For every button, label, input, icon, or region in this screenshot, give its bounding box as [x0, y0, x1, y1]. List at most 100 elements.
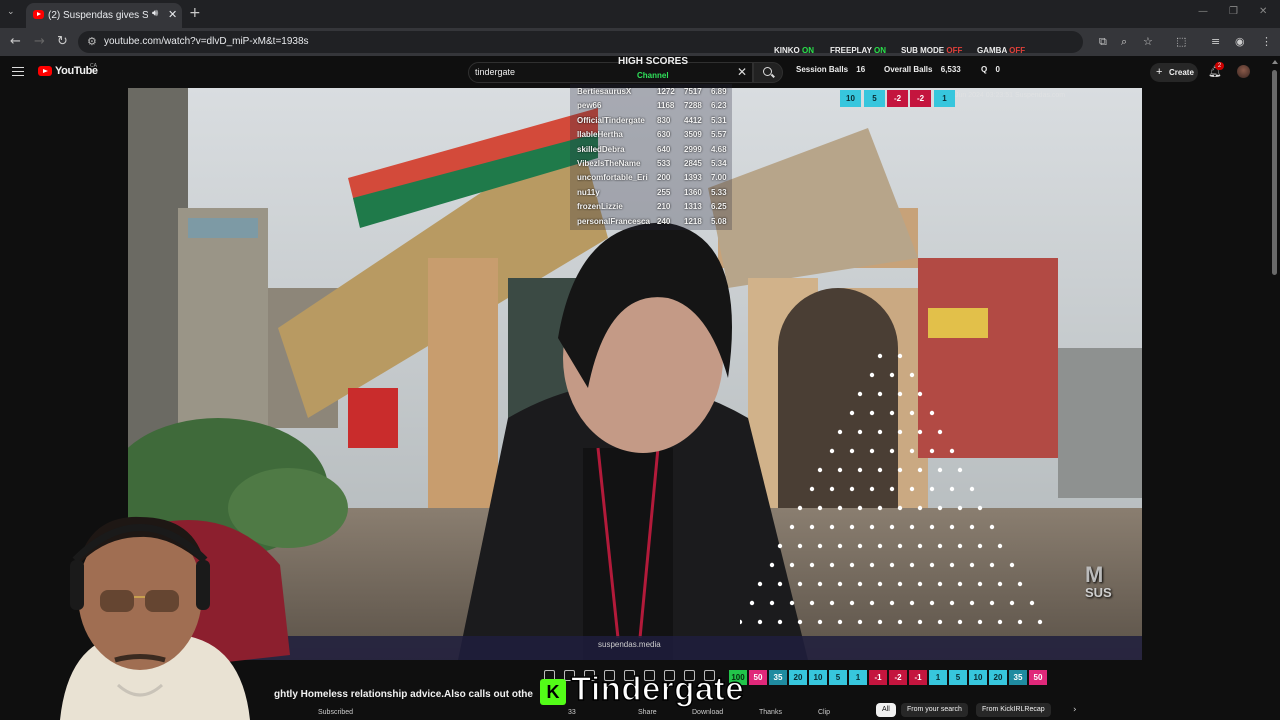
peg-dot [757, 619, 763, 625]
site-info-icon[interactable]: ⚙︎ [87, 35, 97, 48]
account-avatar[interactable] [1237, 65, 1250, 78]
speaker-icon[interactable]: 🔊︎ [152, 8, 158, 19]
peg-dot [877, 505, 883, 511]
peg-dot [909, 524, 915, 530]
plinko-peg-grid [740, 353, 1043, 625]
high-score-ratio: 6.89 [711, 87, 727, 96]
peg-dot [857, 391, 863, 397]
browser-tab[interactable]: (2) Suspendas gives Slightl 🔊︎ ✕ [26, 3, 182, 28]
peg-dot [829, 524, 835, 530]
high-score-ratio: 6.25 [711, 202, 727, 212]
peg-dot [889, 372, 895, 378]
high-scores-subtitle: Channel [637, 71, 669, 80]
reload-icon[interactable]: ↻ [57, 34, 68, 49]
high-score-name: llableHertha [577, 130, 623, 140]
top-chip: -2 [910, 90, 931, 107]
peg-dot [857, 467, 863, 473]
page-scrollbar[interactable] [1270, 58, 1280, 720]
peg-dot [909, 410, 915, 416]
high-score-row: OfficialTindergate 830 4412 5.31 [577, 116, 732, 127]
clip-button[interactable]: Clip [818, 709, 830, 716]
peg-dot [957, 581, 963, 587]
toggle-sub-mode: SUB MODE OFF [901, 46, 963, 55]
peg-dot [929, 524, 935, 530]
filter-chip-channel[interactable]: From KickIRLRecap [976, 703, 1051, 717]
peg-dot [877, 467, 883, 473]
peg-dot [1037, 619, 1043, 625]
peg-dot [897, 581, 903, 587]
peg-dot [949, 524, 955, 530]
new-tab-icon[interactable]: + [189, 5, 201, 21]
high-score-row: personalFrancesca 240 1218 5.08 [577, 217, 732, 228]
peg-dot [829, 562, 835, 568]
plus-icon: + [1156, 66, 1163, 78]
bottom-chip: 5 [949, 670, 967, 685]
peg-dot [969, 524, 975, 530]
subscribed-button[interactable]: Subscribed [318, 709, 353, 716]
peg-dot [769, 600, 775, 606]
forward-icon[interactable]: → [34, 34, 45, 49]
notification-count-badge: 2 [1215, 62, 1224, 70]
top-chip: -2 [887, 90, 908, 107]
high-score-points: 1313 [684, 202, 702, 212]
high-score-name: skilledDebra [577, 144, 625, 154]
create-button[interactable]: + Create [1150, 63, 1198, 82]
minimize-icon[interactable]: — [1198, 6, 1208, 17]
bookmark-star-icon[interactable]: ☆ [1143, 35, 1153, 48]
peg-dot [937, 467, 943, 473]
peg-dot [797, 543, 803, 549]
peg-dot [817, 543, 823, 549]
peg-dot [969, 600, 975, 606]
high-score-points: 4412 [684, 115, 702, 125]
scrollbar-thumb[interactable] [1272, 70, 1277, 275]
cast-icon[interactable]: ⧉ [1099, 35, 1107, 49]
peg-dot [849, 486, 855, 492]
profile-icon[interactable]: ◉ [1235, 35, 1245, 48]
high-score-row: VibezIsTheName 533 2845 5.34 [577, 159, 732, 170]
bottom-chip: 35 [769, 670, 787, 685]
high-score-points: 7288 [684, 101, 702, 111]
share-button[interactable]: Share [638, 709, 657, 716]
peg-dot [857, 581, 863, 587]
filter-chip-search[interactable]: From your search [901, 703, 968, 717]
high-score-points: 3509 [684, 130, 702, 140]
peg-dot [989, 600, 995, 606]
hamburger-menu-icon[interactable] [12, 67, 24, 76]
peg-dot [1009, 562, 1015, 568]
clear-search-icon[interactable]: ✕ [737, 65, 747, 79]
like-count[interactable]: 33 [568, 709, 576, 716]
tab-search-icon[interactable]: ⌄ [7, 7, 15, 17]
peg-dot [1029, 600, 1035, 606]
chrome-menu-icon[interactable]: ⋮ [1261, 35, 1272, 48]
high-score-points: 7517 [684, 87, 702, 96]
youtube-logo-icon[interactable] [38, 66, 52, 76]
tab-title: (2) Suspendas gives Slightl [48, 10, 148, 21]
search-input[interactable]: tindergate [468, 62, 753, 83]
bottom-chip: 10 [969, 670, 987, 685]
peg-dot [969, 486, 975, 492]
download-button[interactable]: Download [692, 709, 723, 716]
filter-chip-all[interactable]: All [876, 703, 896, 717]
peg-dot [829, 600, 835, 606]
thanks-button[interactable]: Thanks [759, 709, 782, 716]
search-icon [763, 67, 772, 76]
high-score-name: VibezIsTheName [577, 159, 641, 168]
peg-dot [929, 448, 935, 454]
top-chip: 10 [840, 90, 861, 107]
back-icon[interactable]: ← [10, 34, 21, 49]
peg-dot [969, 562, 975, 568]
search-button[interactable] [753, 62, 783, 83]
restore-icon[interactable]: ❐ [1229, 6, 1238, 17]
high-score-ratio: 6.23 [711, 101, 727, 111]
media-controls-icon[interactable]: ≡ [1211, 35, 1220, 48]
zoom-icon[interactable]: ⌕ [1121, 35, 1127, 49]
chevron-right-icon[interactable]: › [1073, 705, 1077, 715]
extensions-icon[interactable]: ⬚ [1176, 35, 1186, 48]
scroll-up-arrow-icon[interactable] [1272, 60, 1278, 64]
tindergate-banner: Tindergate [570, 669, 745, 708]
peg-dot [869, 448, 875, 454]
peg-dot [849, 562, 855, 568]
close-tab-icon[interactable]: ✕ [168, 8, 177, 21]
peg-dot [837, 581, 843, 587]
window-close-icon[interactable]: ✕ [1259, 6, 1267, 17]
